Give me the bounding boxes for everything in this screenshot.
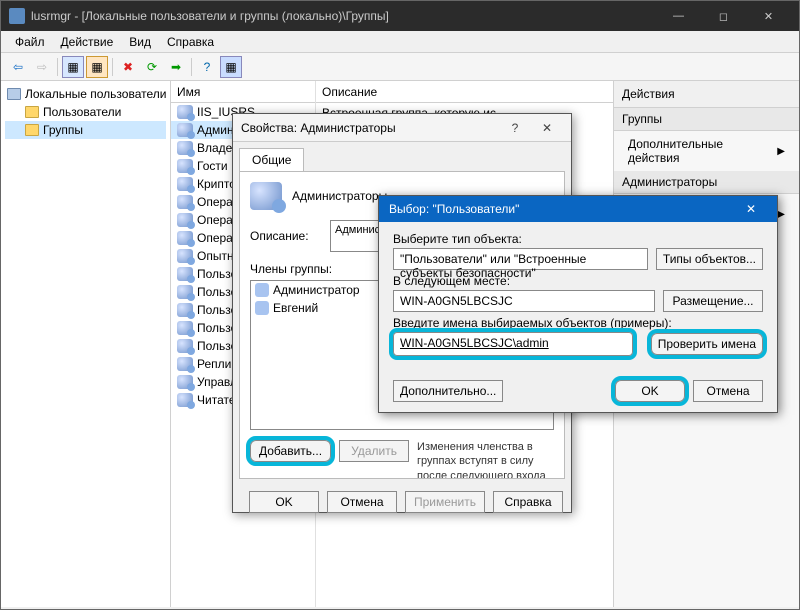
names-label: Введите имена выбираемых объектов (приме… <box>393 316 763 330</box>
menubar: Файл Действие Вид Справка <box>1 31 799 53</box>
select-close-button[interactable]: ✕ <box>735 198 767 220</box>
group-icon <box>177 231 193 245</box>
actions-section-groups: Группы <box>614 108 799 131</box>
location-field: WIN-A0GN5LBCSJC <box>393 290 655 312</box>
tree-root[interactable]: Локальные пользователи и гру <box>5 85 166 103</box>
ok-button[interactable]: OK <box>249 491 319 513</box>
group-icon <box>177 339 193 353</box>
obj-type-label: Выберите тип объекта: <box>393 232 763 246</box>
tree-users[interactable]: Пользователи <box>5 103 166 121</box>
cancel-button[interactable]: Отмена <box>327 491 397 513</box>
group-icon <box>177 321 193 335</box>
tree-groups-label: Группы <box>43 123 83 137</box>
tab-general[interactable]: Общие <box>239 148 304 171</box>
location-button[interactable]: Размещение... <box>663 290 763 312</box>
props-titlebar: Свойства: Администраторы ? ✕ <box>233 114 571 142</box>
select-titlebar: Выбор: "Пользователи" ✕ <box>379 196 777 222</box>
group-icon <box>177 105 193 119</box>
actions-link-groups[interactable]: Дополнительные действия ▶ <box>614 131 799 171</box>
minimize-button[interactable]: — <box>656 1 701 31</box>
refresh-button[interactable]: ⟳ <box>141 56 163 78</box>
column-desc-header[interactable]: Описание <box>316 81 613 103</box>
group-icon <box>177 177 193 191</box>
group-icon <box>177 393 193 407</box>
membership-note: Изменения членства в группах вступят в с… <box>417 440 554 479</box>
object-names-input[interactable]: WIN-A0GN5LBCSJC\admin <box>393 332 633 356</box>
group-item-label: Гости <box>197 159 228 173</box>
select-title: Выбор: "Пользователи" <box>389 202 735 216</box>
check-names-button[interactable]: Проверить имена <box>651 333 763 355</box>
help-button[interactable]: Справка <box>493 491 563 513</box>
group-icon <box>177 285 193 299</box>
toolbar-btn-grid[interactable]: ▦ <box>220 56 242 78</box>
group-icon <box>177 213 193 227</box>
chevron-right-icon: ▶ <box>777 146 785 157</box>
toolbar: ⇦ ⇨ ▦ ▦ ✖ ⟳ ➡ ? ▦ <box>1 53 799 81</box>
desc-label: Описание: <box>250 229 320 243</box>
group-icon <box>177 141 193 155</box>
select-ok-button[interactable]: OK <box>615 380 685 402</box>
group-icon <box>177 303 193 317</box>
menu-help[interactable]: Справка <box>159 33 222 51</box>
actions-section-admins: Администраторы <box>614 171 799 194</box>
folder-icon <box>25 106 39 118</box>
props-tabs: Общие <box>233 142 571 171</box>
tree-users-label: Пользователи <box>43 105 121 119</box>
group-name: Администраторы <box>292 189 387 203</box>
props-buttons: OK Отмена Применить Справка <box>233 485 571 519</box>
user-icon <box>255 301 269 315</box>
back-button[interactable]: ⇦ <box>7 56 29 78</box>
add-button[interactable]: Добавить... <box>250 440 331 462</box>
chevron-right-icon: ▶ <box>777 209 785 220</box>
app-icon <box>9 8 25 24</box>
group-icon <box>177 357 193 371</box>
apply-button[interactable]: Применить <box>405 491 485 513</box>
folder-icon <box>25 124 39 136</box>
actions-header: Действия <box>614 81 799 108</box>
member-name: Евгений <box>273 301 318 315</box>
tree-root-label: Локальные пользователи и гру <box>25 87 166 101</box>
group-icon <box>177 159 193 173</box>
remove-button[interactable]: Удалить <box>339 440 409 462</box>
toolbar-btn-1[interactable]: ▦ <box>62 56 84 78</box>
group-icon <box>177 375 193 389</box>
computer-icon <box>7 88 21 100</box>
props-title: Свойства: Администраторы <box>241 121 499 135</box>
menu-file[interactable]: Файл <box>7 33 53 51</box>
tree-panel: Локальные пользователи и гру Пользовател… <box>1 81 171 607</box>
select-cancel-button[interactable]: Отмена <box>693 380 763 402</box>
props-help-button[interactable]: ? <box>499 117 531 139</box>
group-icon <box>177 267 193 281</box>
group-icon <box>250 182 282 210</box>
member-name: Администратор <box>273 283 360 297</box>
titlebar: lusrmgr - [Локальные пользователи и груп… <box>1 1 799 31</box>
toolbar-btn-2[interactable]: ▦ <box>86 56 108 78</box>
group-icon <box>177 123 193 137</box>
props-close-button[interactable]: ✕ <box>531 117 563 139</box>
group-icon <box>177 195 193 209</box>
user-icon <box>255 283 269 297</box>
obj-types-button[interactable]: Типы объектов... <box>656 248 763 270</box>
select-body: Выберите тип объекта: "Пользователи" или… <box>379 222 777 370</box>
delete-button[interactable]: ✖ <box>117 56 139 78</box>
column-name-header[interactable]: Имя <box>171 81 315 103</box>
forward-button[interactable]: ⇨ <box>31 56 53 78</box>
window-title: lusrmgr - [Локальные пользователи и груп… <box>31 9 656 23</box>
menu-view[interactable]: Вид <box>121 33 159 51</box>
tree-groups[interactable]: Группы <box>5 121 166 139</box>
menu-action[interactable]: Действие <box>53 33 122 51</box>
select-users-dialog: Выбор: "Пользователи" ✕ Выберите тип объ… <box>378 195 778 413</box>
help-button[interactable]: ? <box>196 56 218 78</box>
advanced-button[interactable]: Дополнительно... <box>393 380 503 402</box>
actions-link-label: Дополнительные действия <box>628 137 777 165</box>
group-icon <box>177 249 193 263</box>
location-label: В следующем месте: <box>393 274 763 288</box>
close-button[interactable]: ✕ <box>746 1 791 31</box>
maximize-button[interactable]: ◻ <box>701 1 746 31</box>
obj-type-field: "Пользователи" или "Встроенные субъекты … <box>393 248 648 270</box>
export-button[interactable]: ➡ <box>165 56 187 78</box>
